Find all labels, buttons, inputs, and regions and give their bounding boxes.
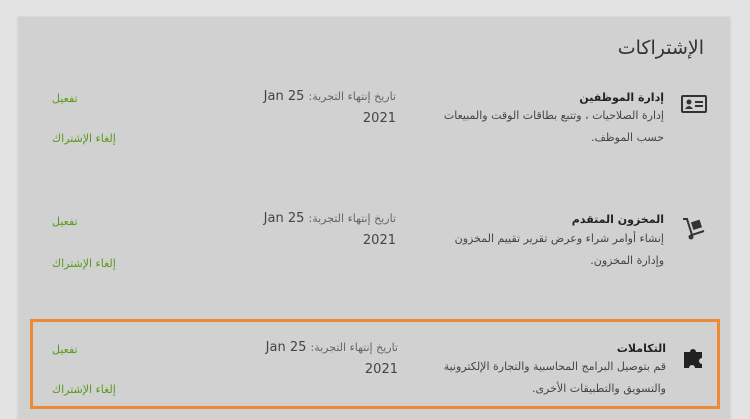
cancel-subscription-link[interactable]: إلغاء الإشتراك <box>52 383 116 396</box>
subscription-description: إدارة الصلاحيات ، وتتبع بطاقات الوقت وال… <box>443 109 664 144</box>
page-title: الإشتراكات <box>617 37 704 59</box>
puzzle-piece-icon <box>680 344 708 368</box>
activate-link[interactable]: تفعيل <box>52 92 78 105</box>
subscription-name: إدارة الموظفين <box>579 91 664 104</box>
trial-end-label: تاريخ إنتهاء التجربة: <box>308 212 396 225</box>
trial-end-year: 2021 <box>362 233 396 248</box>
subscription-name: التكاملات <box>616 342 666 355</box>
trial-end-info: تاريخ إنتهاء التجربة: Jan 25 2021 <box>246 86 396 130</box>
subscription-row-integrations: التكاملات قم بتوصيل البرامج المحاسبية وا… <box>30 319 720 409</box>
trial-end-date: Jan 25 <box>263 89 305 104</box>
id-card-icon <box>680 92 708 116</box>
trial-end-year: 2021 <box>362 111 396 126</box>
subscription-name: المخزون المتقدم <box>571 213 664 226</box>
trial-end-label: تاريخ إنتهاء التجربة: <box>310 341 398 354</box>
trial-end-label: تاريخ إنتهاء التجربة: <box>308 90 396 103</box>
activate-link[interactable]: تفعيل <box>52 215 78 228</box>
subscription-description: إنشاء أوامر شراء وعرض تقرير تقييم المخزو… <box>454 232 664 267</box>
subscription-row-employee-management: إدارة الموظفين إدارة الصلاحيات ، وتتبع ب… <box>18 79 730 175</box>
trial-end-year: 2021 <box>364 362 398 377</box>
trial-end-date: Jan 25 <box>265 340 307 355</box>
subscription-description: قم بتوصيل البرامج المحاسبية والتجارة الإ… <box>443 360 666 395</box>
subscriptions-card: الإشتراكات إدارة الموظفين إدارة الصلاحيا… <box>18 17 730 419</box>
cancel-subscription-link[interactable]: إلغاء الإشتراك <box>52 132 116 145</box>
trial-end-info: تاريخ إنتهاء التجربة: Jan 25 2021 <box>248 337 398 381</box>
trial-end-date: Jan 25 <box>263 211 305 226</box>
hand-truck-icon <box>680 215 708 240</box>
cancel-subscription-link[interactable]: إلغاء الإشتراك <box>52 257 116 270</box>
trial-end-info: تاريخ إنتهاء التجربة: Jan 25 2021 <box>246 208 396 252</box>
subscription-row-advanced-inventory: المخزون المتقدم إنشاء أوامر شراء وعرض تق… <box>18 205 730 301</box>
activate-link[interactable]: تفعيل <box>52 343 78 356</box>
